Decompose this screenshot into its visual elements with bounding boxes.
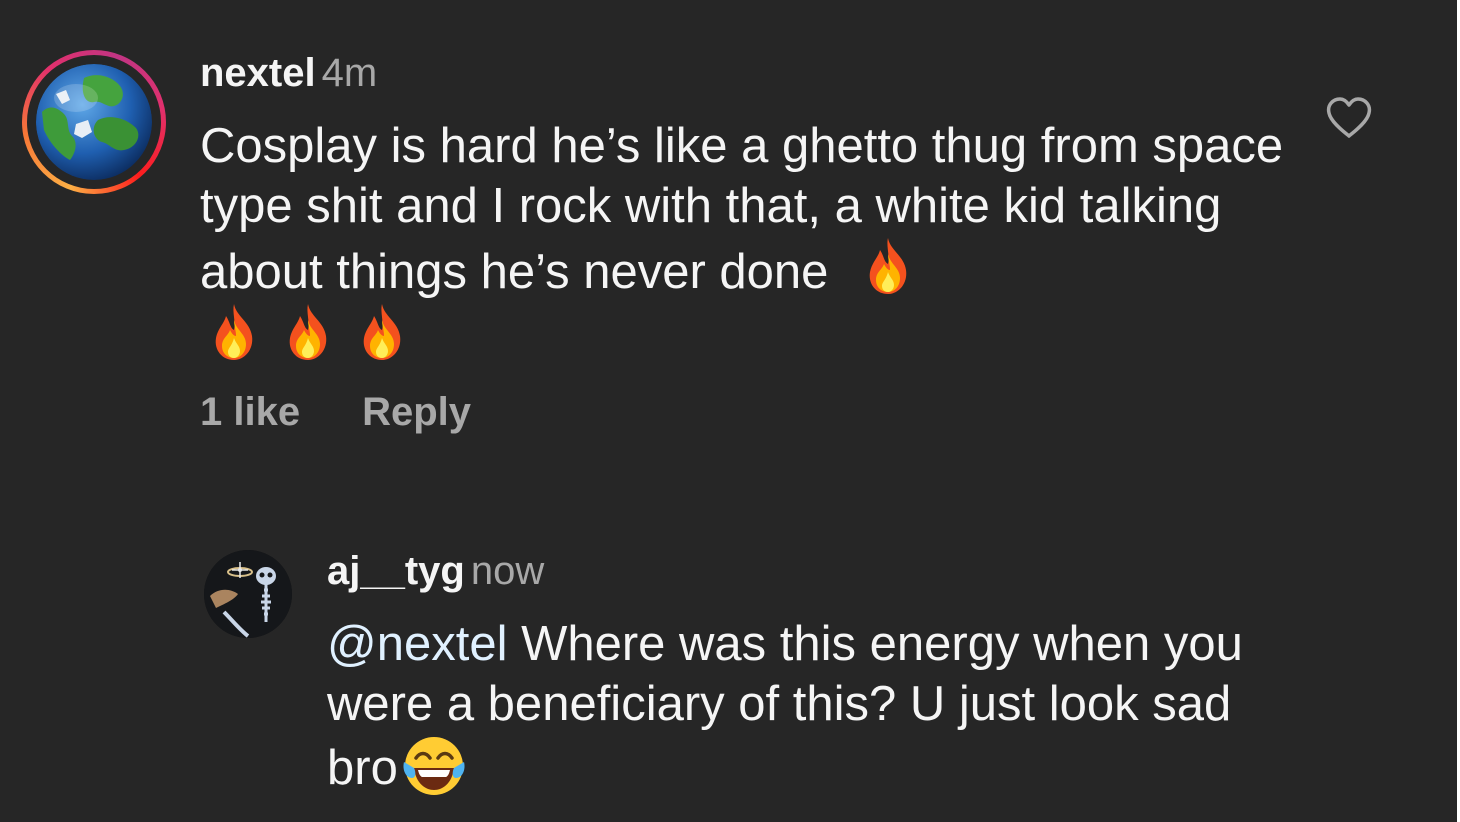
comment-header: nextel 4m — [200, 50, 377, 96]
comment-body: Cosplay is hard he’s like a ghetto thug … — [200, 119, 1284, 299]
comment-actions: 1 like Reply — [200, 388, 471, 436]
fire-emoji-icon — [280, 302, 336, 362]
comments-panel: nextel 4m Cosplay is hard he’s like a ghe… — [0, 0, 1457, 822]
reply-button[interactable]: Reply — [362, 390, 471, 434]
heart-outline-icon[interactable] — [1325, 96, 1373, 140]
comment-text: Cosplay is hard he’s like a ghetto thug … — [200, 116, 1290, 368]
comment-time: 4m — [321, 51, 378, 95]
reply-text: @nextel Where was this energy when you w… — [327, 614, 1287, 798]
skeleton-avatar[interactable] — [204, 550, 292, 638]
fire-emoji-icon — [860, 236, 916, 296]
reply-header: aj__tyg now — [327, 548, 544, 594]
reply-username[interactable]: aj__tyg — [327, 549, 465, 593]
face-with-tears-of-joy-icon — [402, 734, 466, 798]
likes-count[interactable]: 1 like — [200, 390, 300, 434]
fire-emoji-icon — [354, 302, 410, 362]
comment-username[interactable]: nextel — [200, 51, 316, 95]
fire-emoji-icon — [206, 302, 262, 362]
reply-time: now — [470, 549, 545, 593]
mention-link[interactable]: @nextel — [327, 617, 508, 671]
globe-avatar[interactable] — [36, 64, 152, 180]
